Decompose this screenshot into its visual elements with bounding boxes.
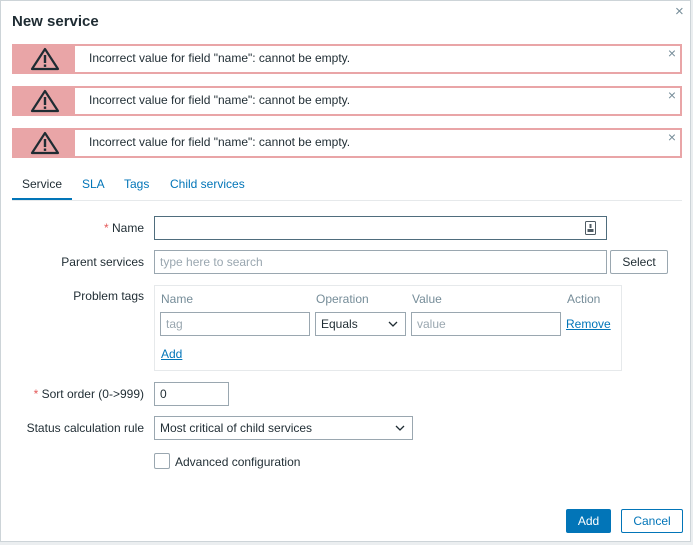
remove-tag-link[interactable]: Remove [566, 317, 611, 331]
alert-message: Incorrect value for field "name": cannot… [89, 135, 351, 149]
active-tab-indicator [12, 198, 72, 200]
alert-close-icon[interactable]: × [668, 87, 676, 103]
error-alert: Incorrect value for field "name": cannot… [12, 44, 682, 74]
add-button[interactable]: Add [566, 509, 611, 533]
required-mark: * [103, 221, 109, 235]
error-alert: Incorrect value for field "name": cannot… [12, 86, 682, 116]
error-alert: Incorrect value for field "name": cannot… [12, 128, 682, 158]
alert-icon-box [14, 46, 75, 72]
advanced-config-checkbox[interactable] [154, 453, 170, 469]
column-header-action: Action [567, 292, 601, 306]
alert-close-icon[interactable]: × [668, 45, 676, 61]
problem-tags-label: Problem tags [73, 289, 144, 303]
warning-icon [30, 47, 60, 71]
tab-service[interactable]: Service [22, 177, 62, 191]
alert-message: Incorrect value for field "name": cannot… [89, 93, 351, 107]
tab-bar: Service SLA Tags Child services [12, 171, 682, 201]
new-service-dialog: New service × Incorrect value for field … [0, 0, 691, 542]
warning-icon [30, 89, 60, 113]
tab-child-services[interactable]: Child services [170, 177, 245, 191]
parent-services-placeholder: type here to search [160, 255, 263, 269]
status-rule-value: Most critical of child services [160, 421, 313, 435]
warning-icon [30, 131, 60, 155]
tag-value-input[interactable]: value [411, 312, 561, 336]
tab-tags[interactable]: Tags [124, 177, 149, 191]
autofill-key-icon[interactable] [585, 221, 596, 235]
dialog-title: New service [12, 13, 99, 30]
alert-icon-box [14, 88, 75, 114]
status-rule-label: Status calculation rule [26, 421, 144, 435]
column-header-name: Name [161, 292, 194, 306]
parent-services-label: Parent services [61, 255, 144, 269]
tab-sla[interactable]: SLA [82, 177, 105, 191]
column-header-value: Value [412, 292, 442, 306]
alert-close-icon[interactable]: × [668, 129, 676, 145]
alert-icon-box [14, 130, 75, 156]
column-header-operation: Operation [316, 292, 369, 306]
tag-value-placeholder: value [417, 317, 446, 331]
sort-order-input[interactable]: 0 [154, 382, 229, 406]
select-parent-button[interactable]: Select [610, 250, 668, 274]
chevron-down-icon [388, 321, 398, 327]
cancel-button[interactable]: Cancel [621, 509, 683, 533]
problem-tags-table: Name Operation Value Action tag Equals v… [154, 285, 622, 371]
tag-name-input[interactable]: tag [160, 312, 310, 336]
required-mark: * [33, 387, 39, 401]
sort-order-label: * Sort order (0->999) [33, 387, 144, 401]
tag-operation-value: Equals [321, 317, 358, 331]
name-input[interactable] [154, 216, 607, 240]
chevron-down-icon [395, 425, 405, 431]
add-tag-link[interactable]: Add [161, 347, 182, 361]
tag-operation-select[interactable]: Equals [315, 312, 406, 336]
tag-placeholder: tag [166, 317, 183, 331]
alert-message: Incorrect value for field "name": cannot… [89, 51, 351, 65]
parent-services-input[interactable]: type here to search [154, 250, 607, 274]
advanced-config-label[interactable]: Advanced configuration [175, 455, 300, 469]
dialog-close-icon[interactable]: × [675, 4, 684, 19]
name-label: * Name [103, 221, 144, 235]
status-rule-select[interactable]: Most critical of child services [154, 416, 413, 440]
